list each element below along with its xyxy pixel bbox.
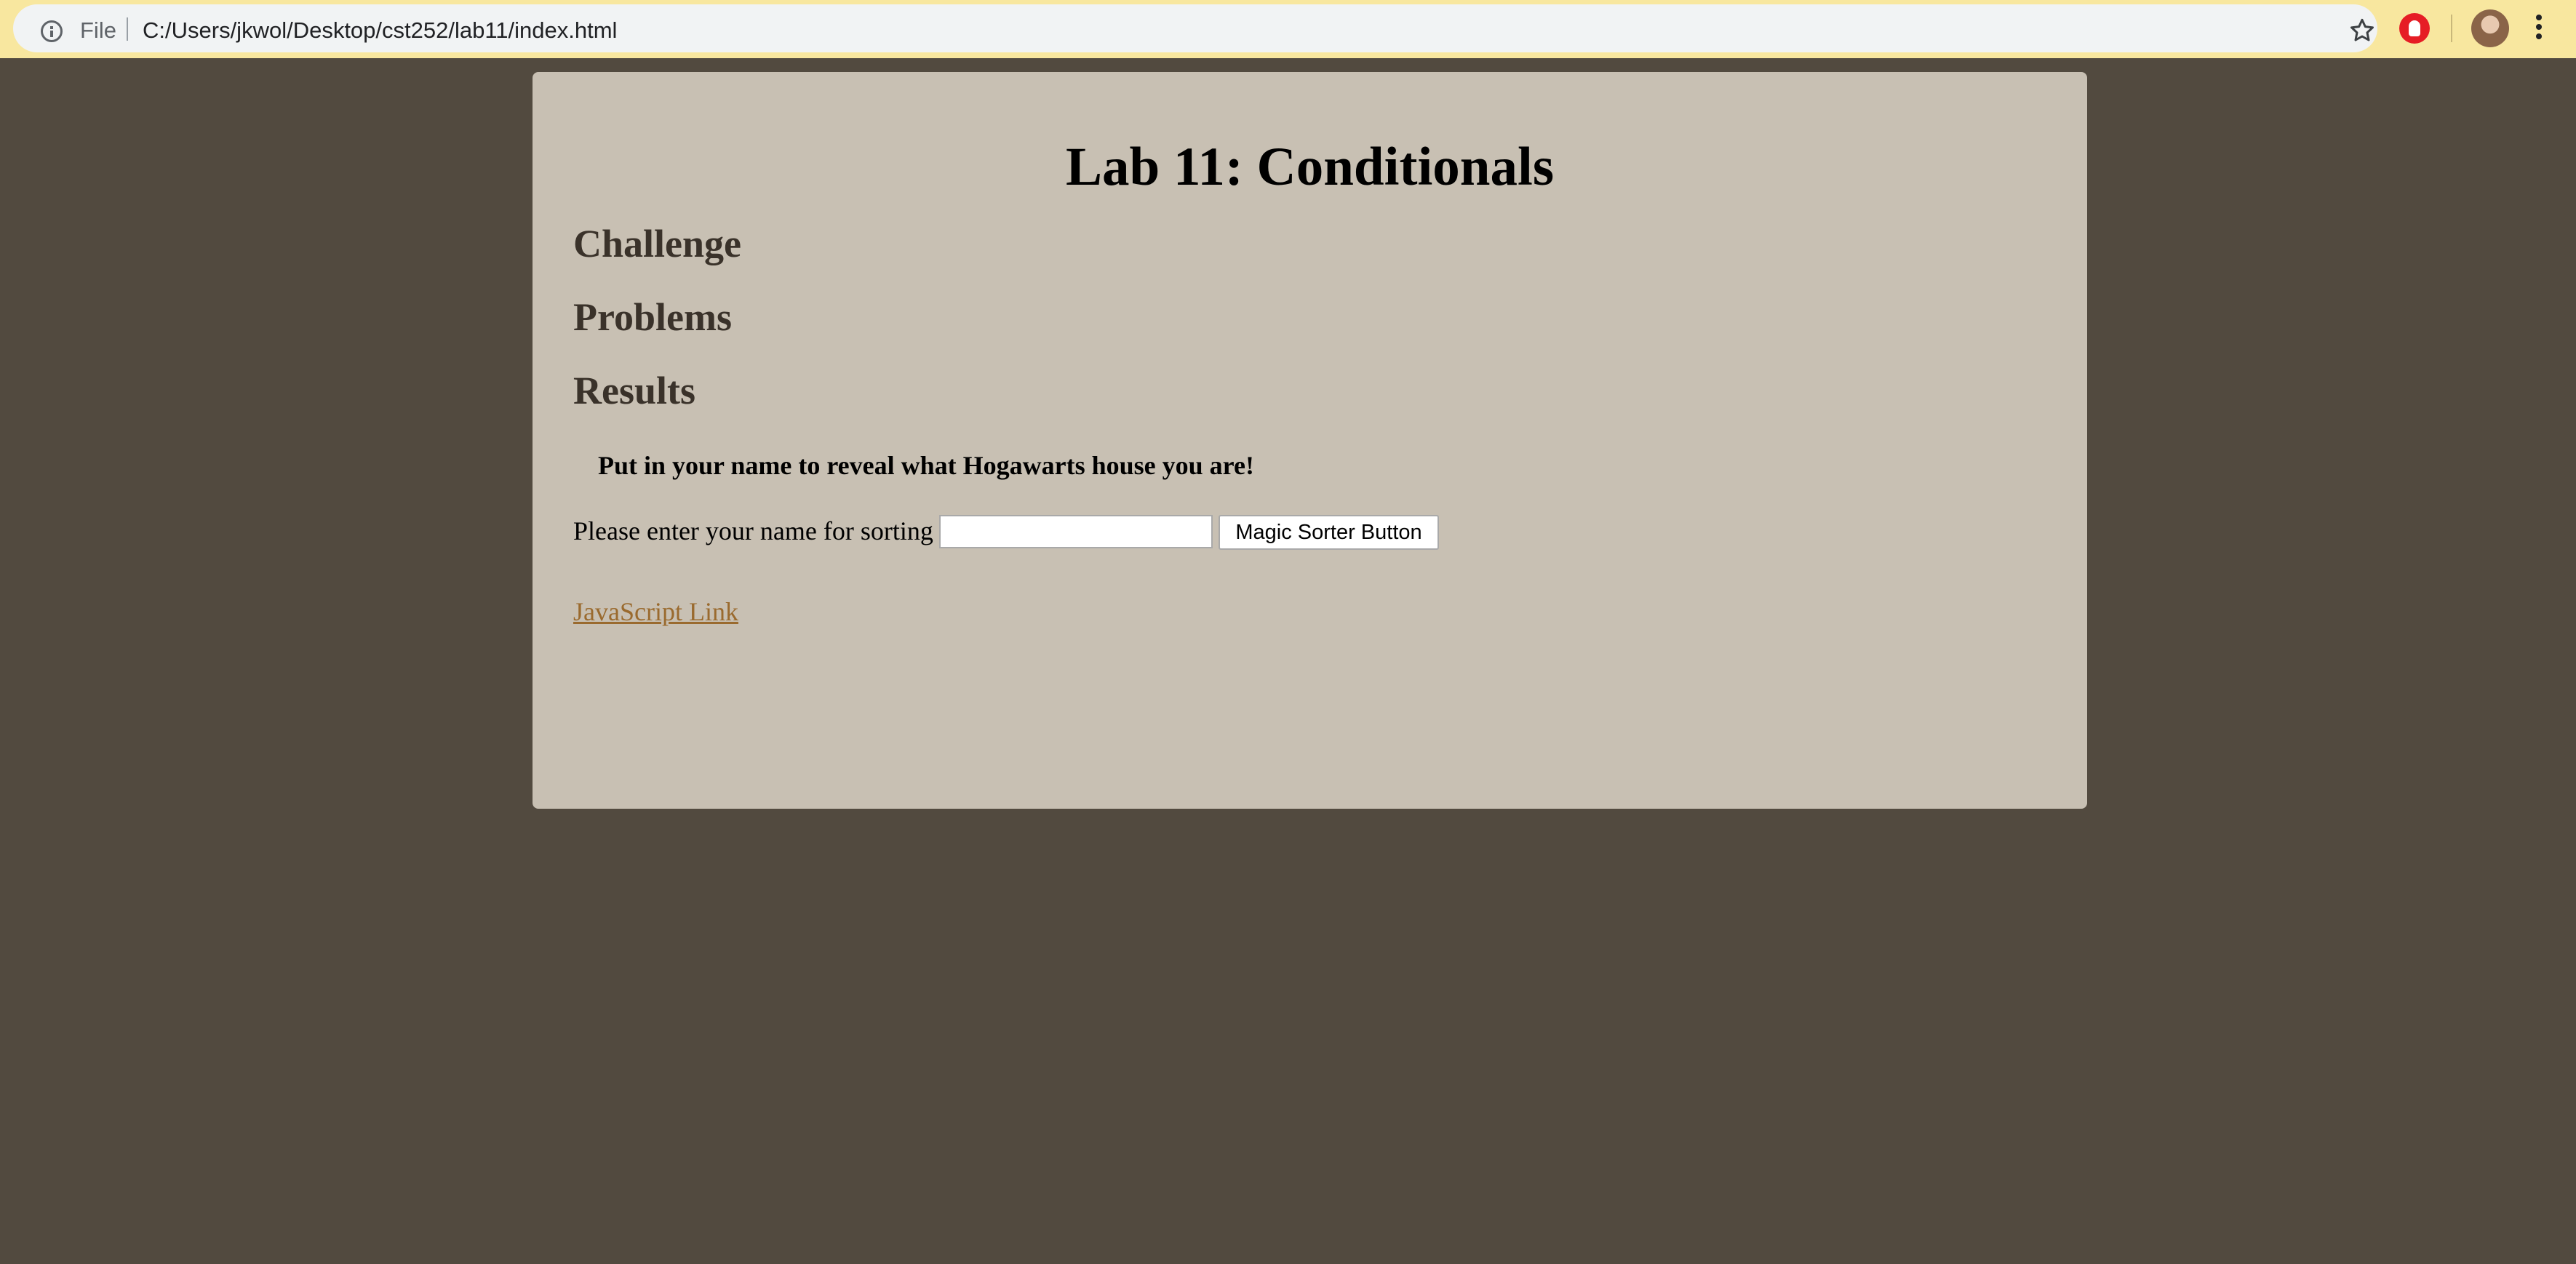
info-icon[interactable] xyxy=(41,20,63,42)
magic-sorter-button[interactable]: Magic Sorter Button xyxy=(1219,515,1439,550)
address-bar-divider xyxy=(127,17,128,41)
scheme-label[interactable]: File xyxy=(80,17,116,44)
toolbar-divider xyxy=(2451,15,2452,42)
heading-challenge: Challenge xyxy=(573,222,742,265)
url-text[interactable]: C:/Users/jkwol/Desktop/cst252/lab11/inde… xyxy=(143,17,617,44)
heading-results: Results xyxy=(573,369,696,412)
browser-toolbar: File C:/Users/jkwol/Desktop/cst252/lab11… xyxy=(0,0,2576,58)
content-panel: Lab 11: Conditionals Challenge Problems … xyxy=(533,72,2087,809)
sorting-prompt: Put in your name to reveal what Hogawart… xyxy=(598,451,1254,480)
name-input[interactable] xyxy=(939,515,1213,548)
javascript-link[interactable]: JavaScript Link xyxy=(573,593,738,630)
avatar[interactable] xyxy=(2471,9,2509,47)
name-field-label: Please enter your name for sorting xyxy=(573,516,933,545)
heading-problems: Problems xyxy=(573,295,732,339)
page-title: Lab 11: Conditionals xyxy=(1065,137,1555,197)
adblock-extension-icon[interactable] xyxy=(2399,13,2430,44)
star-icon[interactable] xyxy=(2348,16,2377,45)
address-bar[interactable]: File C:/Users/jkwol/Desktop/cst252/lab11… xyxy=(13,4,2377,52)
kebab-menu-icon[interactable] xyxy=(2535,15,2543,44)
